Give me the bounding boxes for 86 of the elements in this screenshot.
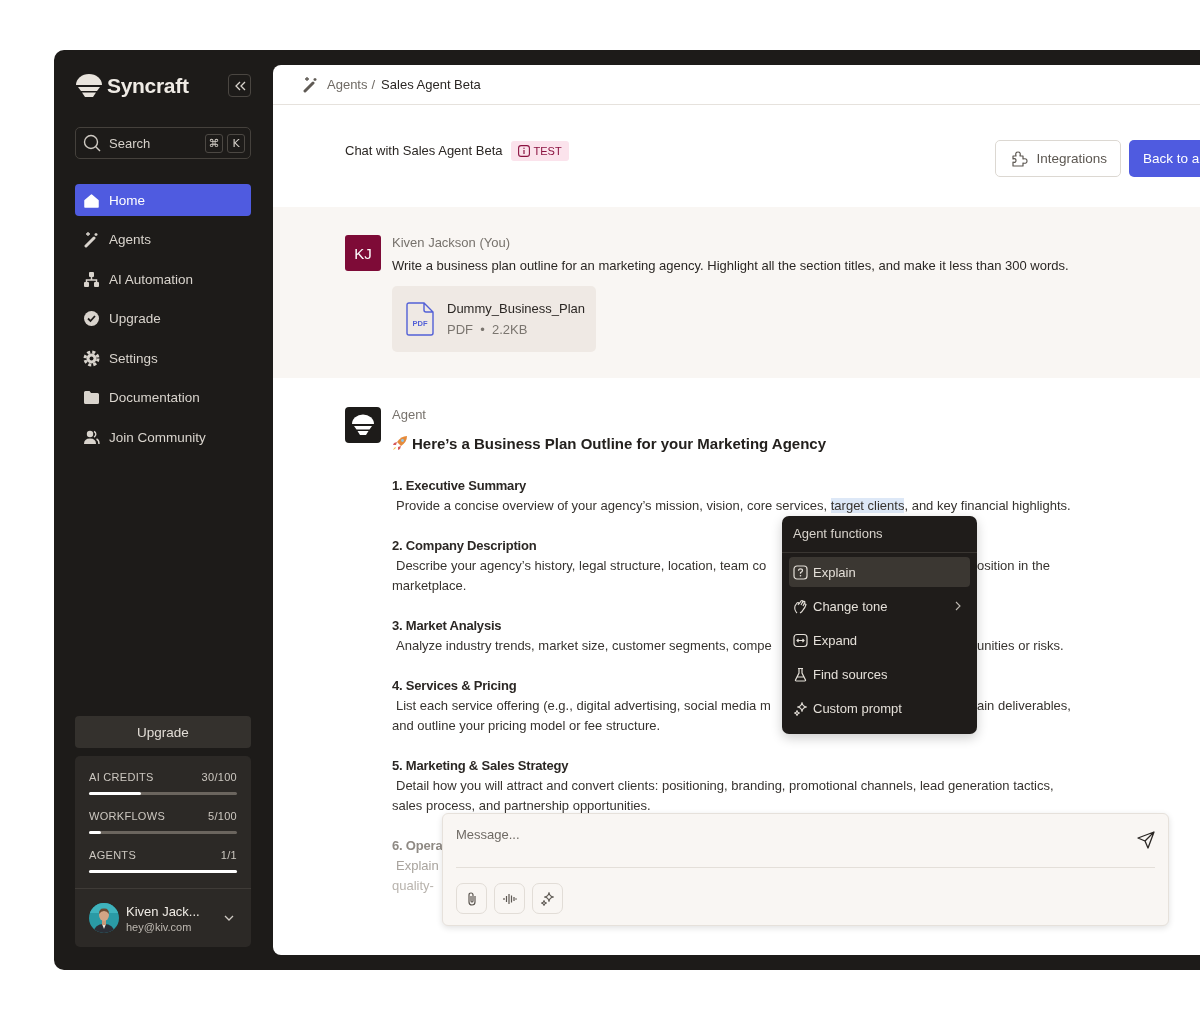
paragraph-line: unities or risks.	[977, 637, 1065, 655]
chevron-down-icon[interactable]	[224, 915, 234, 921]
magic-wand-icon	[83, 231, 100, 248]
sparkle-icon	[539, 890, 556, 907]
usage-label: WORKFLOWS	[89, 810, 166, 822]
chat-title: Chat with Sales Agent Beta	[345, 142, 503, 160]
send-icon	[1137, 831, 1155, 849]
menu-title: Agent functions	[782, 516, 977, 553]
section-heading: 3. Market Analysis	[392, 617, 503, 635]
menu-item[interactable]: Explain	[789, 557, 970, 587]
paragraph-line: Describe your agency’s history, legal structure, location, team co	[395, 557, 767, 575]
message-field[interactable]: Message...	[456, 827, 1137, 842]
attach-button[interactable]	[456, 883, 487, 914]
message-author: Kiven Jackson (You)	[392, 235, 512, 251]
section-heading: 2. Company Description	[392, 537, 538, 555]
paragraph-line: ain deliverables,	[977, 697, 1071, 715]
nav-item[interactable]: Agents	[75, 223, 251, 256]
people-icon	[83, 428, 100, 446]
menu-item[interactable]: Expand	[789, 625, 970, 655]
usage-value: 1/1	[220, 849, 237, 861]
magic-wand-icon	[302, 76, 319, 93]
section-heading: 1. Executive Summary	[392, 477, 528, 495]
paragraph-line: and outline your pricing model or fee structure.	[392, 717, 661, 735]
brand-name: Syncraft	[107, 73, 190, 98]
double-chevron-icon	[233, 80, 246, 91]
nav-item[interactable]: AI Automation	[75, 263, 251, 295]
collapse-button[interactable]	[228, 74, 251, 97]
voice-button[interactable]	[494, 883, 525, 914]
hand-icon	[793, 598, 808, 614]
shortcut-key: ⌘	[205, 134, 223, 153]
nav-item[interactable]: Join Community	[75, 421, 251, 453]
section-heading: 5. Marketing & Sales Strategy	[392, 757, 570, 775]
nav-item[interactable]: Settings	[75, 342, 251, 374]
paragraph-line: Analyze industry trends, market size, customer segments, compe	[395, 637, 772, 655]
message-text: Write a business plan outline for an marketing agency. Highlight all the section titles, and make it less than 300 words.	[392, 258, 1069, 274]
expand-icon	[793, 632, 808, 648]
menu-item[interactable]: Custom prompt	[789, 693, 970, 723]
nav-item[interactable]: Home	[75, 184, 251, 216]
back-button[interactable]: Back to a	[1129, 140, 1200, 177]
user-email: hey@kiv.com	[126, 920, 193, 933]
usage-label: AGENTS	[89, 849, 137, 861]
message-author: Agent	[392, 407, 427, 423]
nav-item[interactable]: Upgrade	[75, 302, 251, 335]
puzzle-icon	[1010, 149, 1029, 168]
usage-value: 5/100	[207, 810, 237, 822]
sparkle-icon	[793, 700, 808, 716]
user-avatar: KJ	[345, 235, 381, 271]
paragraph-line: sales process, and partnership opportunities.	[392, 797, 651, 815]
logo-icon	[351, 414, 375, 436]
chevron-right-icon	[955, 601, 961, 611]
usage-value: 30/100	[201, 771, 237, 783]
response-title: Here’s a Business Plan Outline for your Marketing Agency	[412, 434, 826, 452]
menu-item[interactable]: Change tone	[789, 591, 970, 621]
search-icon	[83, 134, 101, 152]
paragraph-line: quality-	[392, 877, 434, 895]
paragraph-line: osition in the	[977, 557, 1051, 575]
tag-label: TEST	[533, 145, 562, 157]
integrations-button[interactable]: Integrations	[995, 140, 1121, 177]
hierarchy-icon	[83, 270, 100, 288]
breadcrumb-link[interactable]: Agents	[327, 77, 368, 92]
section-heading: 4. Services & Pricing	[392, 677, 518, 695]
upgrade-button[interactable]: Upgrade	[75, 716, 251, 748]
paragraph-line: Explain	[395, 857, 439, 875]
nav-item[interactable]: Documentation	[75, 381, 251, 414]
file-meta: PDF • 2.2KB	[447, 322, 529, 337]
check-badge-icon	[83, 310, 100, 327]
user-name: Kiven Jack...	[126, 903, 201, 919]
info-icon	[517, 145, 530, 157]
file-name: Dummy_Business_Plan	[447, 301, 585, 316]
gear-icon	[83, 349, 100, 367]
menu-item[interactable]: Find sources	[789, 659, 970, 689]
prompt-button[interactable]	[532, 883, 563, 914]
paragraph-line: Detail how you will attract and convert clients: positioning, branding, promotional channels, lead generation tactics,	[395, 777, 1054, 795]
breadcrumb-separator: /	[371, 77, 376, 92]
breadcrumb-current: Sales Agent Beta	[381, 77, 481, 92]
paragraph-line: List each service offering (e.g., digital advertising, social media m	[395, 697, 771, 715]
logo-icon	[75, 72, 103, 99]
home-icon	[83, 191, 100, 209]
paragraph-line: marketplace.	[392, 577, 467, 595]
paragraph-line: Provide a concise overview of your agency’s mission, vision, core services, target clients, and key financial highlights.	[395, 497, 1071, 515]
usage-label: AI CREDITS	[89, 771, 154, 783]
flask-icon	[793, 666, 808, 682]
question-icon	[793, 564, 808, 580]
shortcut-key: K	[227, 134, 245, 153]
rocket-icon	[392, 435, 408, 451]
folder-icon	[83, 389, 100, 406]
